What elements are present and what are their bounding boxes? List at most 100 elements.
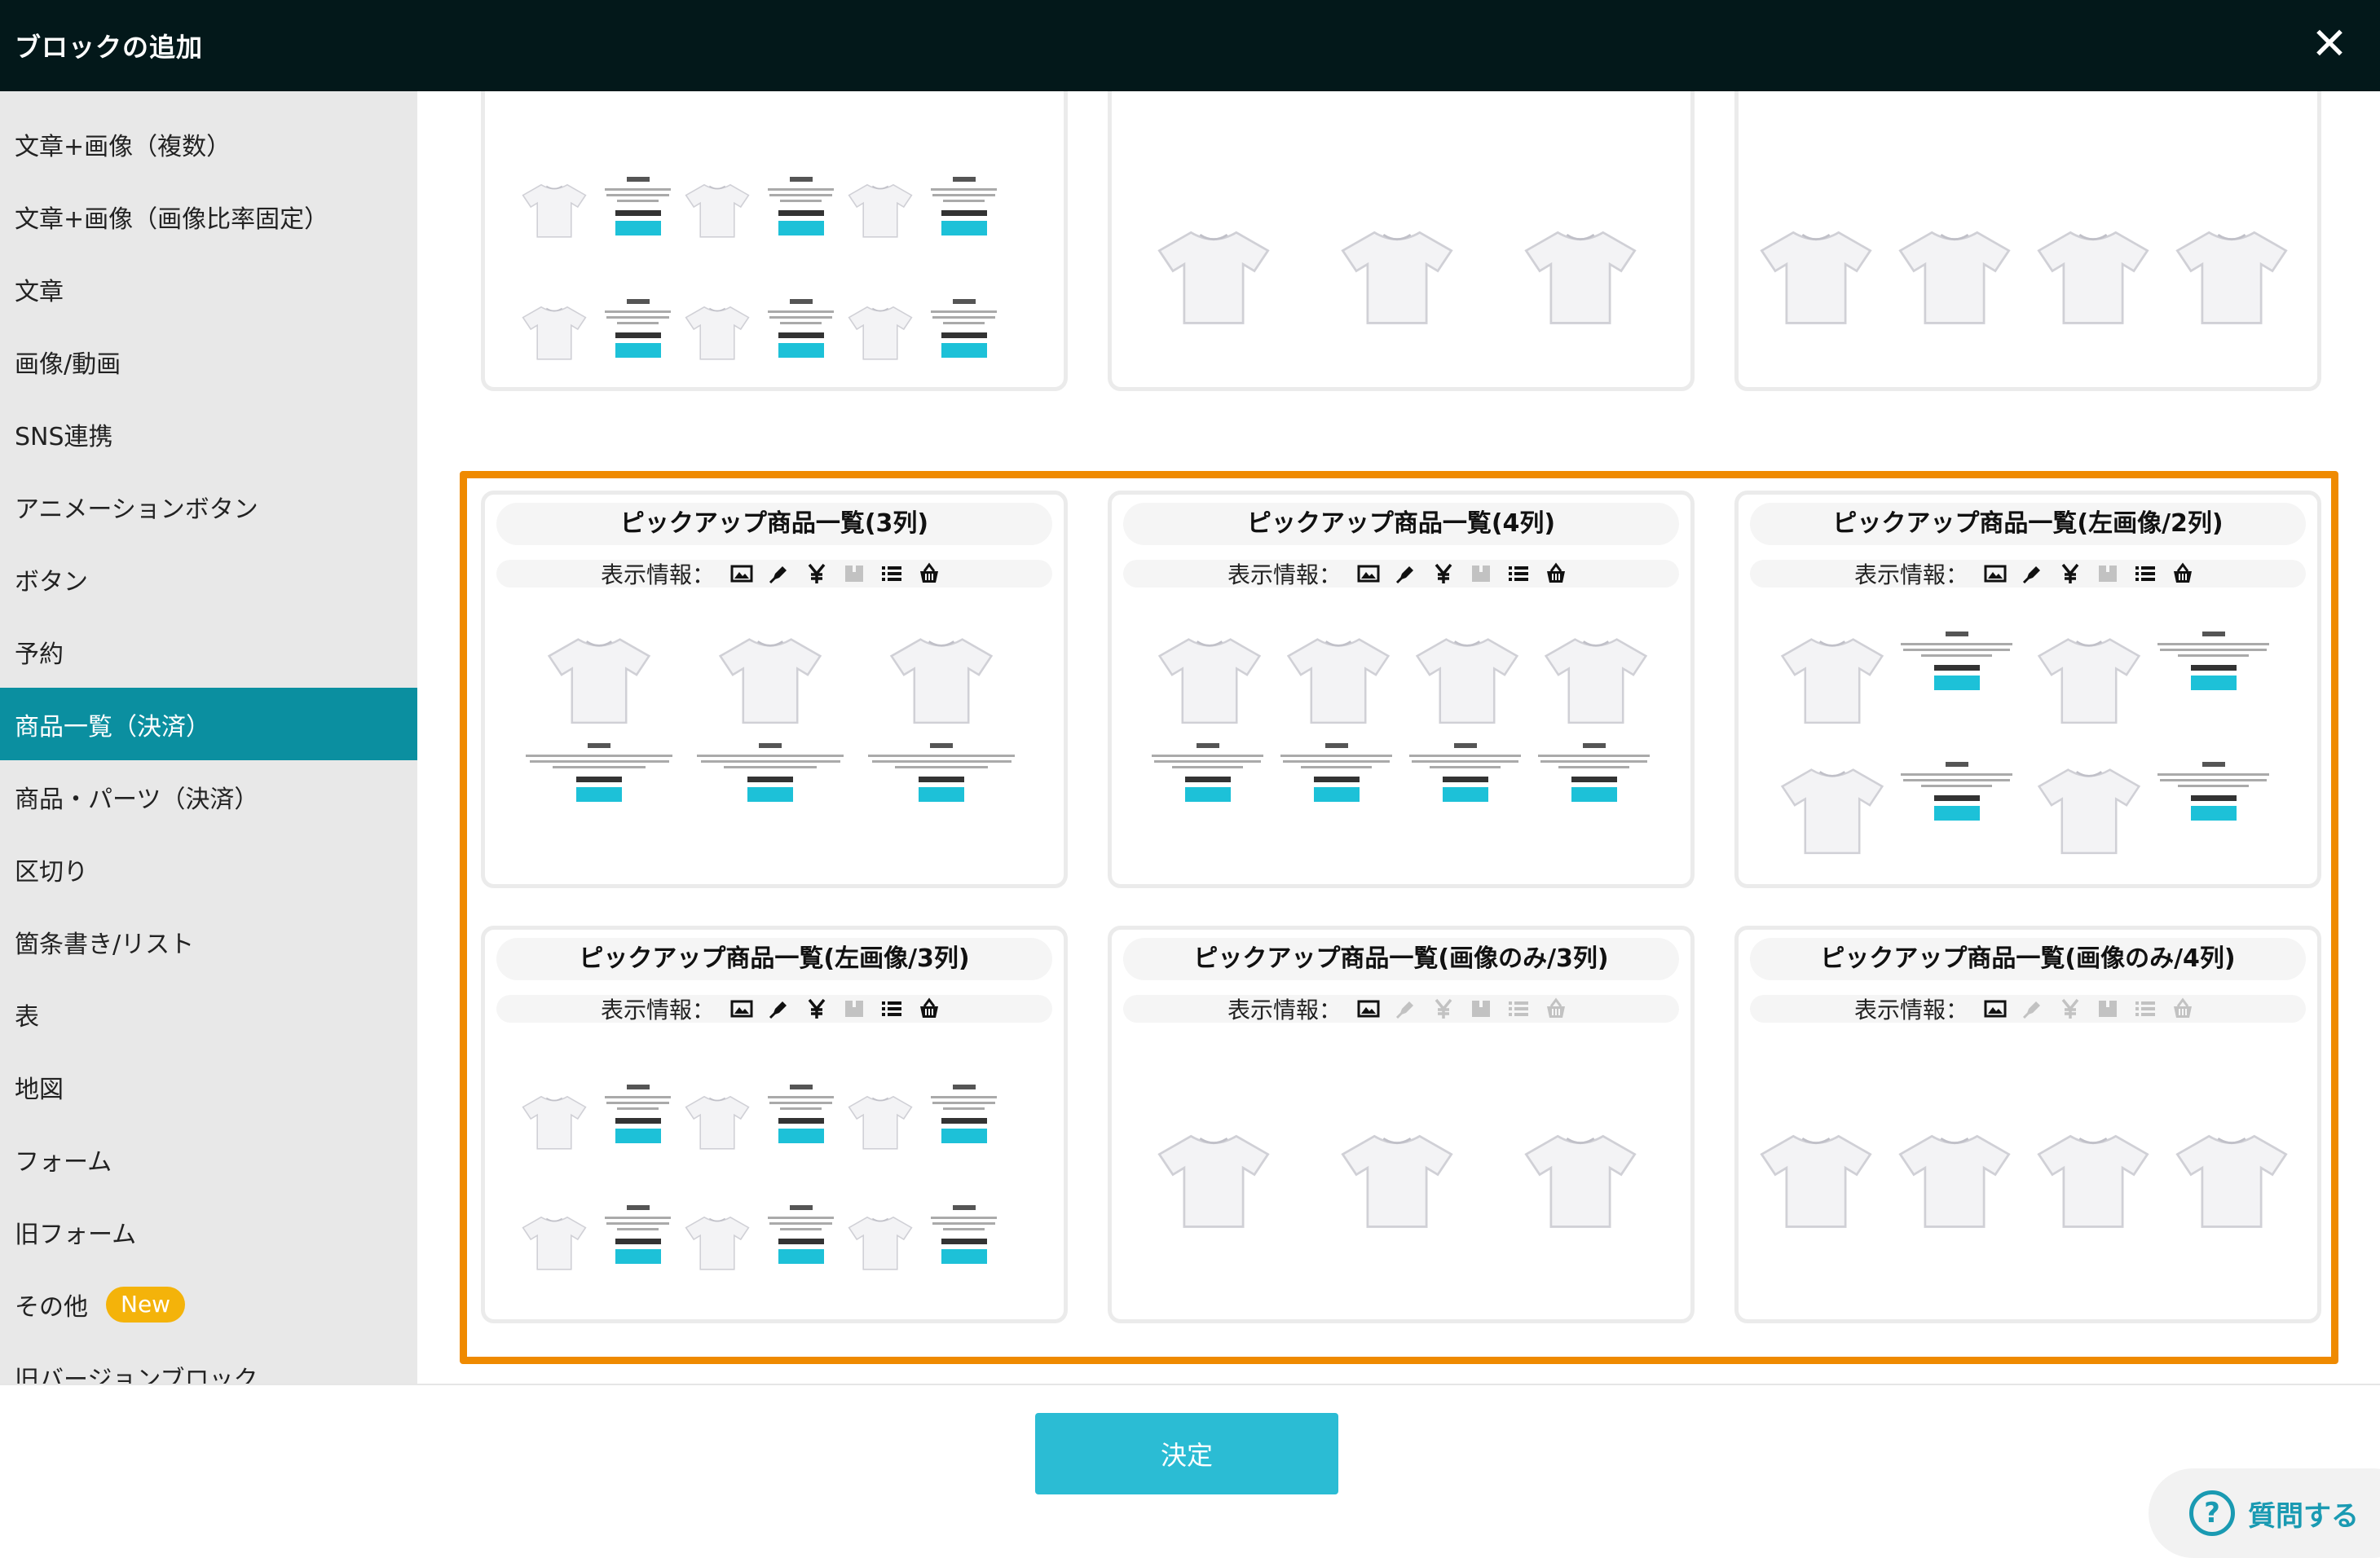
tshirt-thumbnail — [1523, 226, 1637, 328]
box-icon — [842, 562, 866, 585]
sidebar-item-label: 文章+画像（複数） — [15, 132, 231, 161]
sidebar-item[interactable]: 予約 — [0, 615, 417, 688]
tshirt-thumbnail — [848, 303, 913, 362]
modal-header: ブロックの追加 ✕ — [0, 0, 2380, 91]
display-info-label: 表示情報： — [1853, 561, 1968, 588]
pen-icon — [767, 997, 791, 1020]
tshirt-thumbnail — [522, 303, 587, 362]
sidebar-item-label: その他 — [15, 1292, 88, 1322]
tshirt-thumbnail — [546, 633, 652, 727]
sidebar-item[interactable]: 文章+画像（複数） — [0, 108, 417, 180]
basket-icon — [1544, 997, 1568, 1020]
sidebar-item-label: SNS連携 — [15, 422, 113, 451]
tshirt-thumbnail — [2036, 226, 2150, 328]
block-card-partial[interactable] — [1108, 91, 1695, 391]
pen-icon — [2021, 562, 2045, 585]
new-badge: New — [106, 1286, 186, 1323]
card-title: ピックアップ商品一覧(左画像/3列) — [496, 938, 1052, 980]
sidebar-item[interactable]: 旧バージョンブロック — [0, 1340, 417, 1384]
product-text-placeholder — [766, 177, 835, 235]
sidebar-item[interactable]: 区切り — [0, 833, 417, 905]
sidebar-item[interactable]: 文章 — [0, 253, 417, 325]
close-icon[interactable]: ✕ — [2305, 20, 2354, 68]
image-icon — [1356, 997, 1381, 1020]
tshirt-thumbnail — [685, 181, 750, 240]
block-card[interactable]: ピックアップ商品一覧(左画像/2列) 表示情報： — [1734, 491, 2321, 888]
sidebar-item[interactable]: 箇条書き/リスト — [0, 905, 417, 978]
list-icon — [2133, 997, 2157, 1020]
product-text-placeholder — [603, 1205, 672, 1264]
tshirt-thumbnail — [888, 633, 994, 727]
image-icon — [1983, 997, 2008, 1020]
image-icon — [729, 562, 754, 585]
tshirt-thumbnail — [1897, 226, 2012, 328]
pen-icon — [767, 562, 791, 585]
sidebar-item[interactable]: その他 New — [0, 1268, 417, 1340]
tshirt-thumbnail — [1779, 764, 1885, 857]
basket-icon — [1544, 562, 1568, 585]
product-text-placeholder — [693, 743, 848, 802]
tshirt-thumbnail — [522, 1213, 587, 1272]
submit-button[interactable]: 決定 — [1035, 1413, 1338, 1494]
help-button[interactable]: ? 質問する — [2149, 1468, 2380, 1558]
block-card[interactable]: ピックアップ商品一覧(画像のみ/3列) 表示情報： — [1108, 926, 1695, 1323]
product-text-placeholder — [1897, 762, 2016, 821]
block-card[interactable]: ピックアップ商品一覧(4列) 表示情報： — [1108, 491, 1695, 888]
product-text-placeholder — [1535, 743, 1653, 802]
block-card[interactable]: ピックアップ商品一覧(3列) 表示情報： — [481, 491, 1068, 888]
block-card[interactable]: ピックアップ商品一覧(左画像/3列) 表示情報： — [481, 926, 1068, 1323]
list-icon — [879, 562, 904, 585]
block-card-partial[interactable] — [481, 91, 1068, 391]
sidebar-item[interactable]: フォーム — [0, 1123, 417, 1195]
block-card-partial[interactable] — [1734, 91, 2321, 391]
sidebar-item[interactable]: 画像/動画 — [0, 325, 417, 398]
display-info-row: 表示情報： — [1750, 560, 2306, 588]
tshirt-thumbnail — [1157, 633, 1263, 727]
sidebar-item[interactable]: 商品・パーツ（決済） — [0, 760, 417, 833]
sidebar-item[interactable]: 文章+画像（画像比率固定） — [0, 180, 417, 253]
product-text-placeholder — [1148, 743, 1267, 802]
sidebar-item-label: 区切り — [15, 857, 88, 887]
yen-icon — [804, 562, 829, 585]
sidebar-item[interactable]: 商品一覧（決済） — [0, 688, 417, 760]
product-text-placeholder — [766, 299, 835, 358]
sidebar-item[interactable]: ボタン — [0, 543, 417, 615]
tshirt-thumbnail — [1759, 226, 1873, 328]
product-text-placeholder — [929, 299, 998, 358]
tshirt-thumbnail — [1779, 633, 1885, 727]
pen-icon — [1394, 997, 1418, 1020]
box-icon — [2096, 562, 2120, 585]
sidebar-item-label: 地図 — [15, 1075, 64, 1104]
list-icon — [2133, 562, 2157, 585]
product-text-placeholder — [929, 177, 998, 235]
basket-icon — [2171, 562, 2195, 585]
sidebar-item[interactable]: 旧フォーム — [0, 1195, 417, 1268]
display-info-label: 表示情報： — [600, 561, 715, 588]
display-info-row: 表示情報： — [1750, 995, 2306, 1023]
block-card[interactable]: ピックアップ商品一覧(画像のみ/4列) 表示情報： — [1734, 926, 2321, 1323]
sidebar-item[interactable]: 表 — [0, 978, 417, 1050]
pen-icon — [1394, 562, 1418, 585]
yen-icon — [2058, 562, 2082, 585]
tshirt-thumbnail — [1414, 633, 1520, 727]
sidebar-item[interactable]: 地図 — [0, 1050, 417, 1123]
tshirt-thumbnail — [685, 1213, 750, 1272]
basket-icon — [2171, 997, 2195, 1020]
tshirt-thumbnail — [2175, 226, 2289, 328]
product-text-placeholder — [864, 743, 1019, 802]
sidebar-item[interactable]: SNS連携 — [0, 398, 417, 470]
sidebar-item-label: 文章 — [15, 277, 64, 306]
tshirt-thumbnail — [848, 1213, 913, 1272]
box-icon — [2096, 997, 2120, 1020]
box-icon — [1469, 562, 1493, 585]
box-icon — [842, 997, 866, 1020]
card-title: ピックアップ商品一覧(3列) — [496, 503, 1052, 545]
display-info-row: 表示情報： — [1123, 560, 1679, 588]
sidebar-item-label: 予約 — [15, 640, 64, 669]
yen-icon — [2058, 997, 2082, 1020]
sidebar-item[interactable]: アニメーションボタン — [0, 470, 417, 543]
tshirt-thumbnail — [1543, 633, 1649, 727]
tshirt-thumbnail — [685, 1093, 750, 1151]
tshirt-thumbnail — [1285, 633, 1391, 727]
product-text-placeholder — [603, 1085, 672, 1143]
